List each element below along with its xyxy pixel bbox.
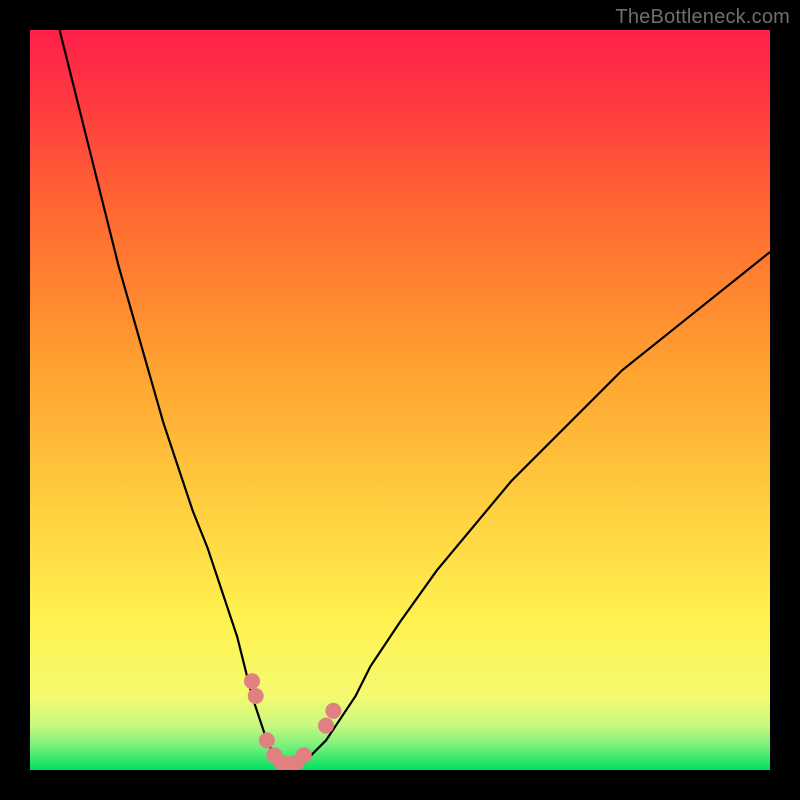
highlight-marker [296,747,312,763]
highlight-marker [318,718,334,734]
highlight-marker [325,703,341,719]
gradient-background [30,30,770,770]
bottleneck-chart [30,30,770,770]
highlight-marker [248,688,264,704]
highlight-marker [244,673,260,689]
watermark-text: TheBottleneck.com [615,6,790,29]
highlight-marker [259,732,275,748]
chart-frame [30,30,770,770]
